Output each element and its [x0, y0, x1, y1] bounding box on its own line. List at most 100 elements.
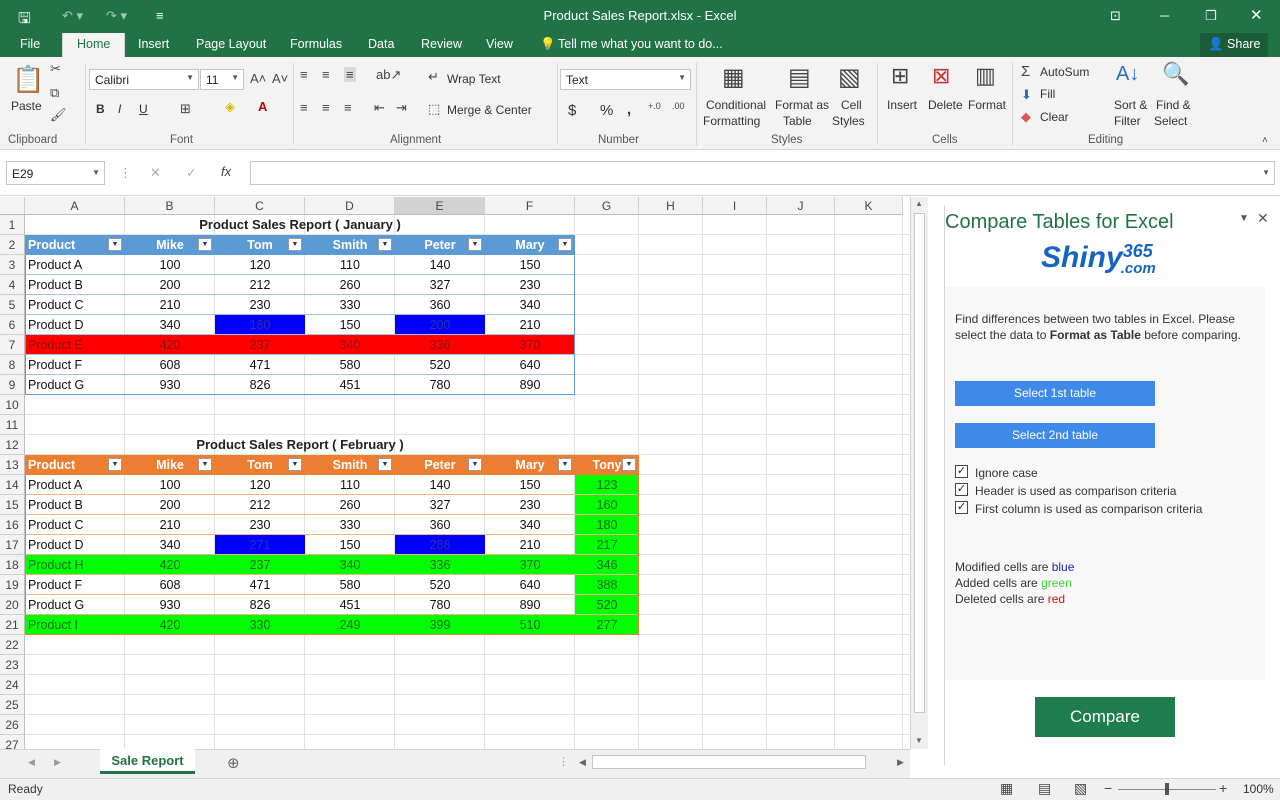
clear-button[interactable]: Clear: [1040, 110, 1069, 124]
tab-page-layout[interactable]: Page Layout: [196, 37, 266, 51]
table-cell[interactable]: 340: [305, 555, 395, 575]
tab-home[interactable]: Home: [62, 33, 126, 57]
filter-dropdown-icon[interactable]: ▼: [198, 458, 212, 471]
table-cell[interactable]: Product F: [25, 575, 125, 595]
table-cell[interactable]: 210: [125, 295, 215, 315]
table-cell[interactable]: 336: [395, 555, 485, 575]
table-cell[interactable]: Product G: [25, 375, 125, 395]
undo-icon[interactable]: ↶ ▾: [62, 8, 83, 24]
cut-icon[interactable]: ✂: [50, 61, 61, 77]
table-cell[interactable]: Product D: [25, 315, 125, 335]
table-cell[interactable]: 340: [485, 295, 575, 315]
minimize-icon[interactable]: ─: [1160, 8, 1169, 23]
scroll-up-icon[interactable]: ▲: [915, 199, 923, 208]
table-cell[interactable]: 217: [575, 535, 639, 555]
table-cell[interactable]: 100: [125, 475, 215, 495]
select-first-table-button[interactable]: Select 1st table: [955, 381, 1155, 406]
select-second-table-button[interactable]: Select 2nd table: [955, 423, 1155, 448]
row-header[interactable]: 22: [0, 635, 25, 655]
font-color-icon[interactable]: A: [258, 99, 267, 114]
zoom-out-icon[interactable]: −: [1104, 780, 1112, 796]
restore-icon[interactable]: ❐: [1205, 8, 1217, 24]
table-cell[interactable]: Product I: [25, 615, 125, 635]
table-cell[interactable]: 580: [305, 575, 395, 595]
page-break-view-icon[interactable]: ▧: [1074, 780, 1087, 797]
wrap-text-icon[interactable]: ↵: [428, 69, 439, 85]
pane-options-icon[interactable]: ▼: [1239, 213, 1249, 224]
normal-view-icon[interactable]: ▦: [1000, 780, 1013, 797]
table-cell[interactable]: Product E: [25, 335, 125, 355]
table-cell[interactable]: Product C: [25, 295, 125, 315]
row-header[interactable]: 23: [0, 655, 25, 675]
customize-qat-icon[interactable]: ≡: [156, 8, 164, 23]
scroll-right-icon[interactable]: ▶: [897, 757, 904, 768]
table-cell[interactable]: 780: [395, 595, 485, 615]
table-cell[interactable]: 230: [485, 275, 575, 295]
table-cell[interactable]: 160: [575, 495, 639, 515]
table-cell[interactable]: 471: [215, 355, 305, 375]
italic-button[interactable]: I: [118, 102, 121, 116]
format-as-table-label2[interactable]: Table: [783, 114, 812, 128]
table-cell[interactable]: 780: [395, 375, 485, 395]
bold-button[interactable]: B: [96, 102, 105, 116]
zoom-level[interactable]: 100%: [1243, 782, 1274, 796]
page-layout-view-icon[interactable]: ▤: [1038, 780, 1051, 797]
table-cell[interactable]: 930: [125, 595, 215, 615]
table-header-cell[interactable]: Smith ▼: [305, 455, 395, 475]
table-cell[interactable]: 420: [125, 615, 215, 635]
table-cell[interactable]: 330: [305, 295, 395, 315]
row-header[interactable]: 16: [0, 515, 25, 535]
cell-styles-label[interactable]: Cell: [841, 98, 862, 112]
table-cell[interactable]: 340: [125, 535, 215, 555]
table-cell[interactable]: 520: [395, 355, 485, 375]
table-cell[interactable]: 210: [125, 515, 215, 535]
table-cell[interactable]: 212: [215, 495, 305, 515]
format-cells-icon[interactable]: ▥: [975, 63, 996, 89]
table-cell[interactable]: 249: [305, 615, 395, 635]
table-cell[interactable]: 330: [215, 615, 305, 635]
table-cell[interactable]: 150: [305, 535, 395, 555]
underline-button[interactable]: U: [139, 102, 148, 116]
tab-review[interactable]: Review: [421, 37, 462, 51]
table-cell[interactable]: 140: [395, 475, 485, 495]
table-header-cell[interactable]: Product ▼: [25, 455, 125, 475]
table-cell[interactable]: 640: [485, 355, 575, 375]
table-cell[interactable]: 110: [305, 475, 395, 495]
insert-cells-icon[interactable]: ⊞: [891, 63, 909, 89]
table-cell[interactable]: 100: [125, 255, 215, 275]
ribbon-display-icon[interactable]: ⊡: [1110, 8, 1121, 24]
table-cell[interactable]: 237: [215, 335, 305, 355]
table-cell[interactable]: 471: [215, 575, 305, 595]
decrease-decimal-icon[interactable]: .00: [672, 101, 685, 111]
column-header[interactable]: G: [575, 197, 639, 215]
table-cell[interactable]: 370: [485, 335, 575, 355]
paste-icon[interactable]: 📋: [12, 64, 44, 95]
font-size-combo[interactable]: 11 ▼: [200, 69, 244, 90]
merge-center-button[interactable]: Merge & Center: [447, 103, 532, 117]
first-column-criteria-checkbox[interactable]: ✓: [955, 501, 968, 514]
fill-button[interactable]: Fill: [1040, 87, 1055, 101]
row-header[interactable]: 3: [0, 255, 25, 275]
table-header-cell[interactable]: Peter ▼: [395, 455, 485, 475]
table-cell[interactable]: 200: [125, 495, 215, 515]
row-header[interactable]: 21: [0, 615, 25, 635]
font-name-combo[interactable]: Calibri ▼: [89, 69, 199, 90]
table-cell[interactable]: 451: [305, 375, 395, 395]
row-header[interactable]: 17: [0, 535, 25, 555]
column-header[interactable]: J: [767, 197, 835, 215]
row-header[interactable]: 9: [0, 375, 25, 395]
row-header[interactable]: 11: [0, 415, 25, 435]
column-header[interactable]: E: [395, 197, 485, 215]
filter-dropdown-icon[interactable]: ▼: [378, 238, 392, 251]
table-cell[interactable]: 930: [125, 375, 215, 395]
table-cell[interactable]: 271: [215, 535, 305, 555]
table-cell[interactable]: 451: [305, 595, 395, 615]
align-right-icon[interactable]: ≡: [344, 100, 352, 115]
scroll-left-icon[interactable]: ◀: [579, 757, 586, 768]
find-select-label2[interactable]: Select: [1154, 114, 1187, 128]
format-as-table-icon[interactable]: ▤: [788, 63, 811, 92]
table-cell[interactable]: 330: [305, 515, 395, 535]
row-header[interactable]: 19: [0, 575, 25, 595]
tab-data[interactable]: Data: [368, 37, 394, 51]
delete-cells-button[interactable]: Delete: [928, 98, 963, 112]
